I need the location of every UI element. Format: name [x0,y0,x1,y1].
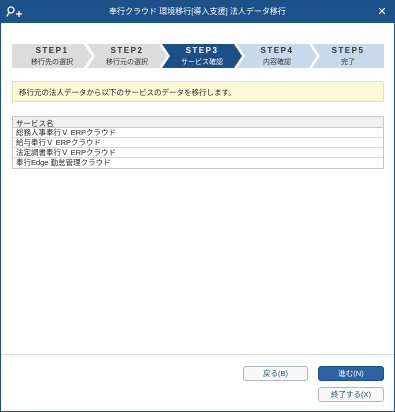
step-1-label: 移行先の選択 [31,59,73,66]
footer-divider [1,354,394,355]
step-2: STEP2 移行元の選択 [87,44,167,68]
title-bar: 奉行クラウド 環境移行[導入支援] 法人データ移行 ✕ [1,1,394,23]
step-1: STEP1 移行先の選択 [12,44,92,68]
dialog-window: 奉行クラウド 環境移行[導入支援] 法人データ移行 ✕ STEP1 移行先の選択… [0,0,395,412]
back-button[interactable]: 戻る(B) [243,366,308,381]
exit-button[interactable]: 終了する(X) [318,387,384,402]
service-row: 給与奉行Ｖ ERPクラウド [13,138,383,148]
step-4-label: 内容確認 [263,59,291,66]
service-list: サービス名 総務人事奉行Ｖ ERPクラウド 給与奉行Ｖ ERPクラウド 法定調書… [12,116,384,169]
service-row: 法定調書奉行Ｖ ERPクラウド [13,148,383,158]
step-2-label: 移行元の選択 [106,59,148,66]
window-title: 奉行クラウド 環境移行[導入支援] 法人データ移行 [109,7,286,16]
step-3-label: サービス確認 [181,59,223,66]
step-2-number: STEP2 [110,46,144,55]
step-3: STEP3 サービス確認 [162,44,242,68]
step-progress: STEP1 移行先の選択 STEP2 移行元の選択 STEP3 サービス確認 S… [12,44,384,68]
close-icon[interactable]: ✕ [374,4,390,20]
step-4-number: STEP4 [260,46,294,55]
next-button[interactable]: 進む(N) [318,366,384,381]
step-5-number: STEP5 [331,46,365,55]
service-row: 総務人事奉行Ｖ ERPクラウド [13,128,383,138]
info-message: 移行元の法人データから以下のサービスのデータを移行します。 [12,81,384,102]
service-row: 奉行Edge 勤怠管理クラウド [16,158,111,167]
step-5: STEP5 完了 [312,44,384,68]
step-4: STEP4 内容確認 [237,44,317,68]
service-list-header: サービス名 [13,117,383,128]
step-3-number: STEP3 [185,46,219,55]
step-5-label: 完了 [341,59,355,66]
step-1-number: STEP1 [35,46,69,55]
